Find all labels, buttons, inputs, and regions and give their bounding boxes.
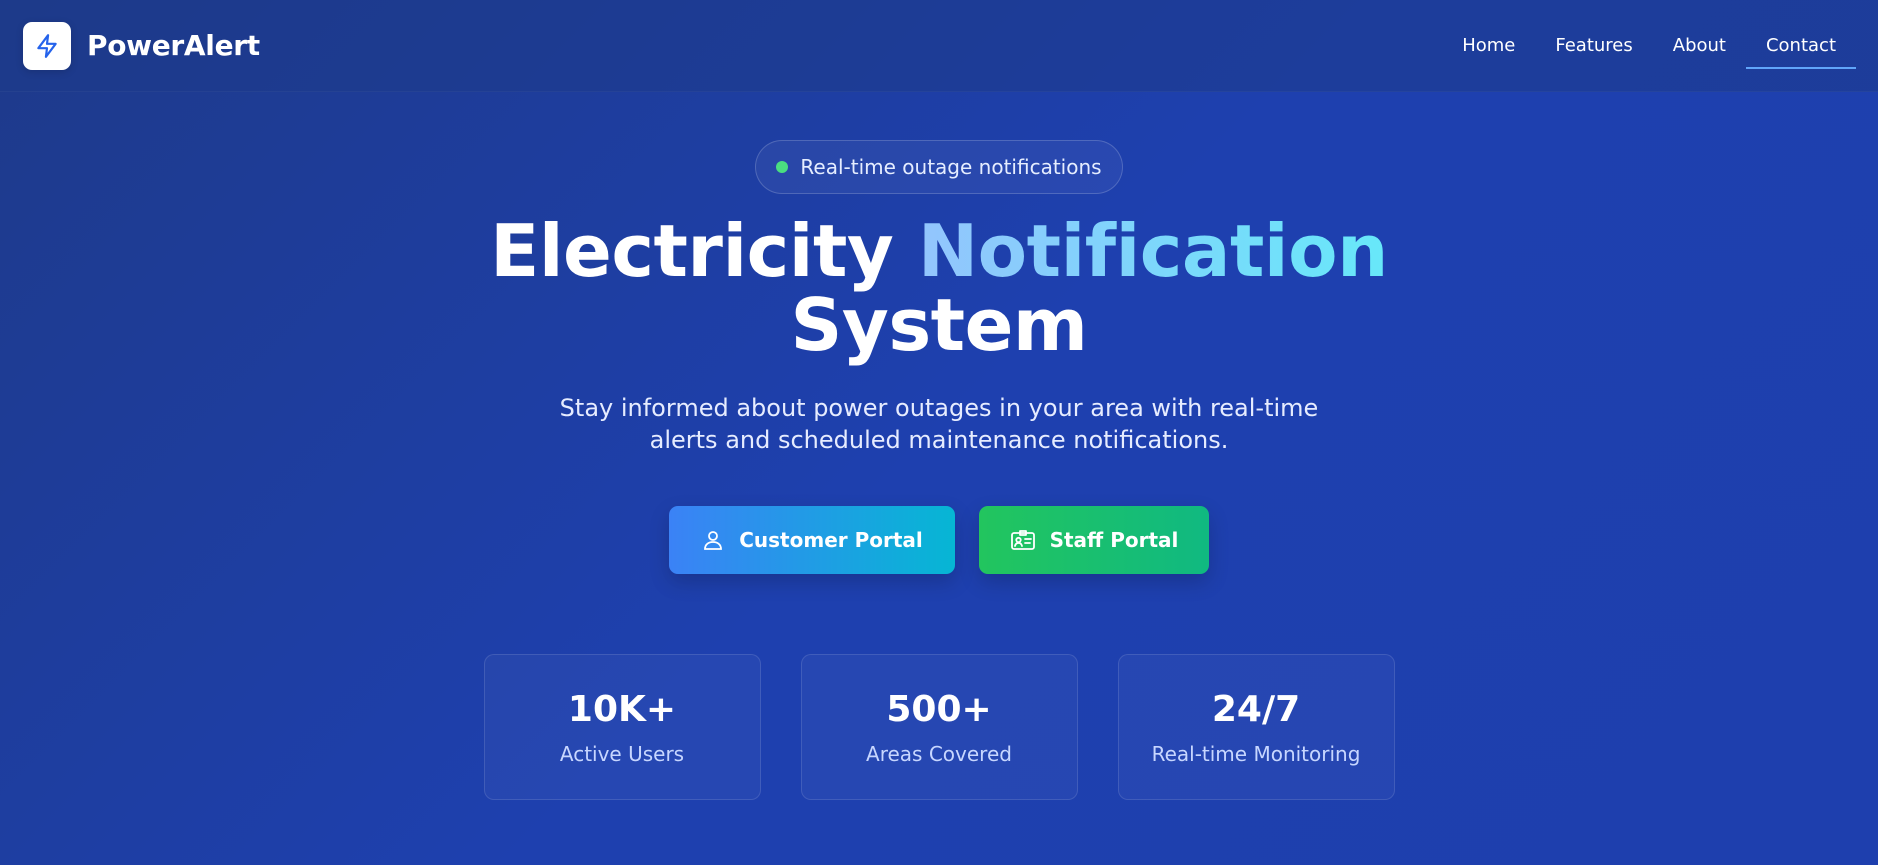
stat-value: 10K+ [567,688,677,730]
stats-row: 10K+ Active Users 500+ Areas Covered 24/… [483,654,1395,800]
nav-link-contact[interactable]: Contact [1745,0,1857,92]
stat-label: Real-time Monitoring [1151,741,1361,766]
staff-portal-label: Staff Portal [1049,528,1179,552]
brand[interactable]: PowerAlert [23,21,260,70]
id-badge-icon [1010,530,1035,550]
nav-link-home[interactable]: Home [1442,0,1535,92]
stat-label: Areas Covered [866,741,1012,766]
brand-name: PowerAlert [87,29,260,62]
title-part-2: System [790,283,1088,367]
page-title: Electricity Notification System [490,214,1388,362]
status-badge: Real-time outage notifications [755,140,1123,194]
stat-label: Active Users [559,741,685,766]
hero-subtitle: Stay informed about power outages in you… [559,394,1319,454]
nav-menu: Home Features About Contact [1442,0,1857,92]
lightning-bolt-icon [37,33,57,58]
stat-value: 500+ [886,688,992,730]
customer-portal-label: Customer Portal [739,528,923,552]
nav-link-features[interactable]: Features [1535,0,1652,92]
customer-portal-button[interactable]: Customer Portal [669,506,955,574]
stat-card-active-users: 10K+ Active Users [483,654,761,800]
status-badge-label: Real-time outage notifications [800,155,1102,179]
title-accent: Notification [917,209,1388,293]
stat-card-monitoring: 24/7 Real-time Monitoring [1117,654,1395,800]
hero-section: Real-time outage notifications Electrici… [0,92,1878,800]
portal-buttons: Customer Portal Staff Portal [669,506,1209,574]
nav-link-about[interactable]: About [1653,0,1746,92]
staff-portal-button[interactable]: Staff Portal [979,506,1209,574]
title-part-1: Electricity [490,209,894,293]
user-icon [704,531,723,550]
status-dot-icon [776,161,789,173]
logo[interactable] [23,21,71,70]
stat-card-areas-covered: 500+ Areas Covered [800,654,1078,800]
top-navbar: PowerAlert Home Features About Contact [0,0,1878,92]
stat-value: 24/7 [1211,688,1301,730]
